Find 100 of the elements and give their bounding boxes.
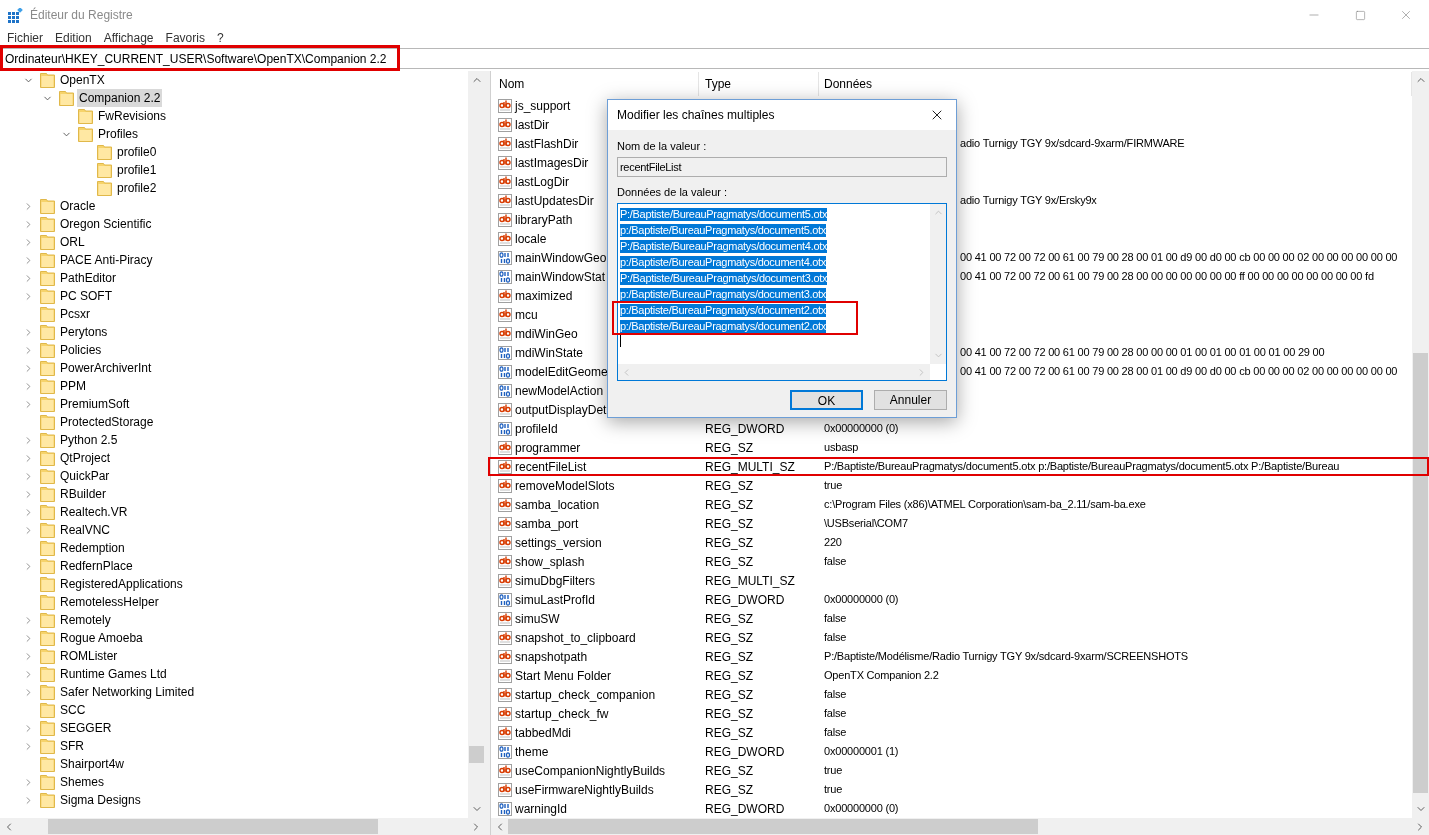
menu-item[interactable]: Favoris (162, 28, 208, 47)
value-name: lastDir (515, 116, 549, 134)
tree-item[interactable]: Python 2.5 (58, 431, 120, 449)
tree-item[interactable]: Sigma Designs (58, 791, 143, 809)
value-data: true (824, 479, 843, 492)
field-label: Nom de la valeur : (617, 139, 708, 153)
value-type: REG_SZ (705, 497, 753, 512)
tree-item[interactable]: Policies (58, 341, 104, 359)
value-type: REG_SZ (705, 668, 753, 683)
tree-item[interactable]: Oregon Scientific (58, 215, 154, 233)
value-data: 0x00000001 (1) (824, 745, 899, 758)
column-header[interactable]: Nom (491, 72, 699, 96)
tree-item[interactable]: SFR (58, 737, 86, 755)
tree-item[interactable]: Profiles (96, 125, 140, 143)
menu-item[interactable]: ? (213, 28, 227, 47)
value-data: false (824, 631, 847, 644)
tree-item[interactable]: ORL (58, 233, 87, 251)
tree-item[interactable]: RedfernPlace (58, 557, 135, 575)
value-name: samba_location (515, 496, 600, 514)
tree-item[interactable]: profile2 (115, 179, 159, 197)
tree-item[interactable]: Oracle (58, 197, 98, 215)
value-data: false (824, 612, 847, 625)
tree-item[interactable]: PowerArchiverInt (58, 359, 154, 377)
value-name: snapshotpath (515, 648, 588, 666)
value-type: REG_SZ (705, 687, 753, 702)
tree-item[interactable]: PACE Anti-Piracy (58, 251, 155, 269)
value-name: settings_version (515, 534, 602, 552)
value-type: REG_SZ (705, 516, 753, 531)
value-data: 0x00000000 (0) (824, 422, 899, 435)
dialog-button[interactable]: Annuler (874, 390, 947, 410)
value-name: useCompanionNightlyBuilds (515, 762, 666, 780)
value-name: locale (515, 230, 547, 248)
menu-item[interactable]: Fichier (4, 28, 46, 47)
tree-item[interactable]: FwRevisions (96, 107, 168, 125)
value-type: REG_SZ (705, 725, 753, 740)
dialog-button[interactable]: OK (790, 390, 863, 410)
value-type: REG_DWORD (705, 744, 785, 759)
value-name: programmer (515, 439, 581, 457)
value-type: REG_SZ (705, 478, 753, 493)
tree-item[interactable]: OpenTX (58, 71, 107, 89)
value-data: \USBserial\COM7 (824, 517, 908, 530)
tree-item[interactable]: SCC (58, 701, 88, 719)
value-name: mcu (515, 306, 538, 324)
value-type: REG_SZ (705, 649, 753, 664)
menu-item[interactable]: Edition (52, 28, 95, 47)
tree-item[interactable]: Shemes (58, 773, 107, 791)
value-data: 00 41 00 72 00 72 00 61 00 79 00 28 00 01 00 d9 00 d0 00 cb 00 00 00 02 00 00 00 00 00 00 (960, 251, 1398, 264)
value-name: maximized (515, 287, 573, 305)
value-type: REG_SZ (705, 440, 753, 455)
tree-item[interactable]: PremiumSoft (58, 395, 132, 413)
value-data: 0x00000000 (0) (824, 593, 899, 606)
field-label: Données de la valeur : (617, 185, 729, 199)
tree-item[interactable]: PC SOFT (58, 287, 114, 305)
tree-item[interactable]: profile0 (115, 143, 159, 161)
tree-item[interactable]: Rogue Amoeba (58, 629, 145, 647)
tree-item[interactable]: Remotely (58, 611, 113, 629)
value-name-field[interactable]: recentFileList (617, 157, 947, 177)
tree-item[interactable]: SEGGER (58, 719, 114, 737)
tree-item[interactable]: ProtectedStorage (58, 413, 156, 431)
value-name: recentFileList (515, 458, 587, 476)
value-data: false (824, 726, 847, 739)
value-name: warningId (515, 800, 568, 818)
tree-item[interactable]: PPM (58, 377, 88, 395)
value-type: REG_MULTI_SZ (705, 459, 795, 474)
tree-item[interactable]: Realtech.VR (58, 503, 130, 521)
tree-item[interactable]: Runtime Games Ltd (58, 665, 169, 683)
value-data: usbasp (824, 441, 859, 454)
tree-item[interactable]: PathEditor (58, 269, 119, 287)
window-title: Éditeur du Registre (30, 6, 133, 24)
tree-item[interactable]: Companion 2.2 (77, 89, 163, 107)
value-name: mdiWinGeo (515, 325, 578, 343)
tree-item[interactable]: Shairport4w (58, 755, 127, 773)
value-name: newModelAction (515, 382, 604, 400)
value-name: show_splash (515, 553, 585, 571)
tree-item[interactable]: RemotelessHelper (58, 593, 161, 611)
address-bar[interactable]: Ordinateur\HKEY_CURRENT_USER\Software\OpenTX\Companion 2.2 (0, 48, 1429, 69)
tree-item[interactable]: Redemption (58, 539, 127, 557)
value-type: REG_MULTI_SZ (705, 573, 795, 588)
value-name: snapshot_to_clipboard (515, 629, 636, 647)
tree-item[interactable]: QuickPar (58, 467, 112, 485)
value-name: startup_check_fw (515, 705, 609, 723)
tree-item[interactable]: ROMLister (58, 647, 120, 665)
value-type: REG_SZ (705, 630, 753, 645)
tree-item[interactable]: Safer Networking Limited (58, 683, 197, 701)
tree-item[interactable]: Pcsxr (58, 305, 92, 323)
menu-item[interactable]: Affichage (100, 28, 157, 47)
value-name: js_support (515, 97, 571, 115)
tree-item[interactable]: RealVNC (58, 521, 112, 539)
tree-item[interactable]: RBuilder (58, 485, 109, 503)
tree-item[interactable]: RegisteredApplications (58, 575, 185, 593)
tree-item[interactable]: QtProject (58, 449, 112, 467)
value-name: theme (515, 743, 549, 761)
value-type: REG_SZ (705, 706, 753, 721)
value-data: OpenTX Companion 2.2 (824, 669, 939, 682)
value-data: false (824, 555, 847, 568)
value-data: adio Turnigy TGY 9x/Ersky9x (960, 194, 1097, 207)
tree-item[interactable]: Perytons (58, 323, 110, 341)
tree-item[interactable]: profile1 (115, 161, 159, 179)
column-header[interactable]: Type (699, 72, 819, 96)
value-name: libraryPath (515, 211, 573, 229)
